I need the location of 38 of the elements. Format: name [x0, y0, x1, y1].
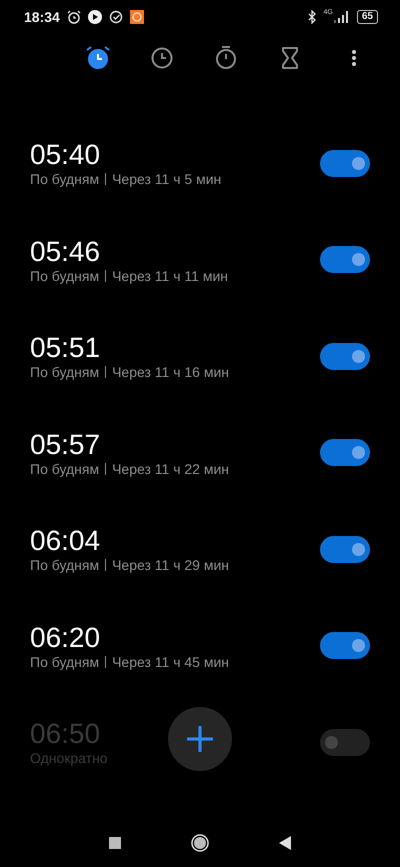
status-time: 18:34	[24, 9, 60, 25]
time-until-alarm: Через 11 ч 16 мин	[112, 364, 230, 380]
alarm-time: 05:51	[30, 332, 100, 364]
alarm-clock-icon	[66, 10, 81, 24]
alarm-time: 06:04	[30, 525, 100, 558]
battery-level: 65	[356, 10, 378, 24]
time-until-alarm: Через 11 ч 5 мин	[112, 171, 222, 188]
plus-icon	[187, 726, 213, 752]
repeat-label: По будням	[30, 364, 100, 380]
alarm-time: 05:46	[30, 236, 100, 268]
time-until-alarm: Через 11 ч 22 мин	[112, 460, 230, 477]
repeat-label: По будням	[30, 557, 100, 574]
bluetooth-icon	[306, 10, 317, 24]
check-circle-icon	[108, 10, 123, 24]
alarm-toggle[interactable]	[320, 342, 370, 370]
back-icon[interactable]	[279, 836, 291, 850]
alarm-time: 05:40	[30, 139, 100, 172]
alarm-toggle[interactable]	[320, 728, 370, 756]
app-notification-icon	[130, 10, 144, 24]
repeat-label: По будням	[30, 460, 100, 477]
repeat-label: По будням	[30, 171, 100, 188]
alarm-time: 06:50	[30, 718, 100, 750]
alarm-toggle[interactable]	[320, 439, 370, 466]
time-until-alarm: Через 11 ч 29 мин	[112, 557, 230, 574]
play-icon	[88, 10, 102, 24]
signal-icon	[334, 11, 350, 23]
alarm-time: 05:57	[30, 428, 100, 461]
home-icon[interactable]	[191, 834, 209, 852]
repeat-label: Однократно	[30, 750, 108, 766]
alarm-toggle[interactable]	[320, 246, 370, 274]
repeat-label: По будням	[30, 268, 100, 284]
alarm-time: 06:20	[30, 622, 100, 654]
time-until-alarm: Через 11 ч 11 мин	[112, 268, 228, 284]
alarm-toggle[interactable]	[320, 150, 370, 177]
alarm-toggle[interactable]	[320, 536, 370, 563]
alarm-toggle[interactable]	[320, 632, 370, 660]
repeat-label: По будням	[30, 654, 100, 670]
time-until-alarm: Через 11 ч 45 мин	[112, 654, 230, 670]
